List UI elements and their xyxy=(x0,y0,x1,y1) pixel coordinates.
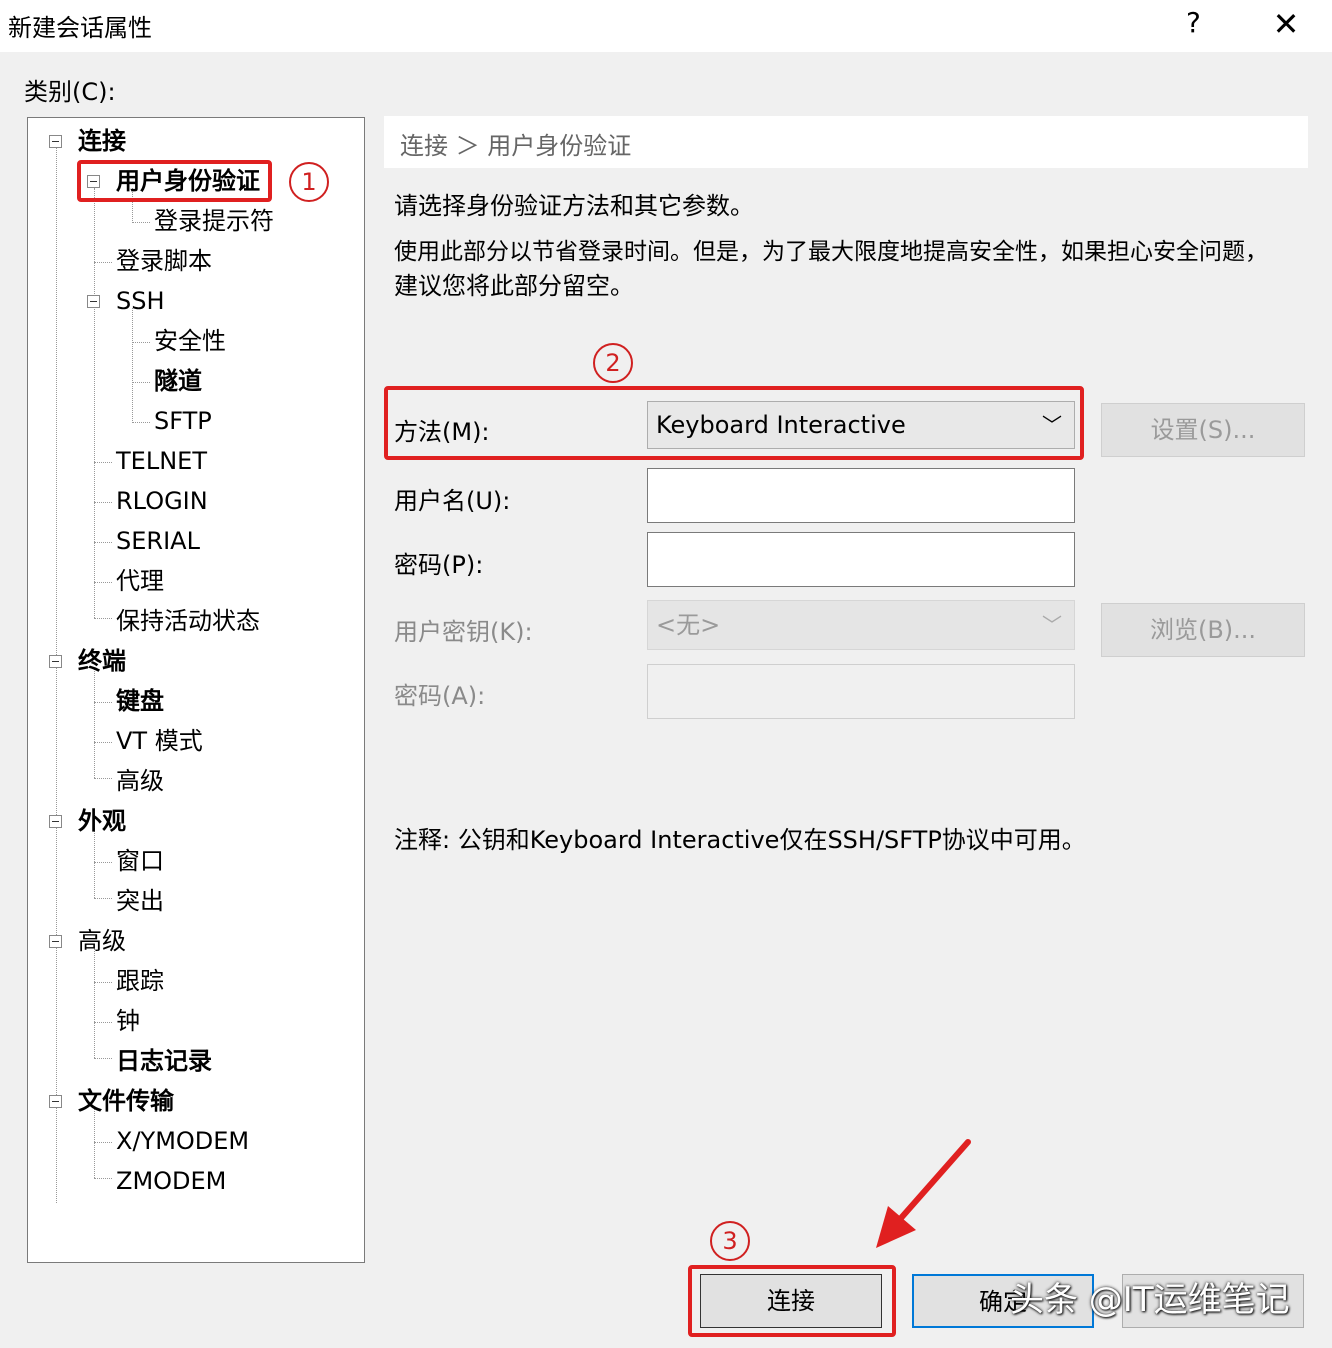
help-button[interactable]: ? xyxy=(1186,6,1201,39)
tree-item-keepalive[interactable]: 保持活动状态 xyxy=(116,606,260,636)
tree-guide-line xyxy=(94,668,95,778)
tree-guide-line xyxy=(94,1108,95,1178)
collapse-icon[interactable] xyxy=(49,935,62,948)
window-title: 新建会话属性 xyxy=(8,14,152,42)
tree-connector xyxy=(94,1142,112,1143)
tree-item-sftp[interactable]: SFTP xyxy=(154,406,212,436)
tree-connector xyxy=(94,262,112,263)
tree-guide-line xyxy=(94,948,95,1058)
tree-guide-line xyxy=(56,148,57,1203)
chevron-down-icon: ﹀ xyxy=(1042,613,1062,637)
userkey-value: <无> xyxy=(656,611,721,639)
tree-connector xyxy=(94,702,112,703)
tree-connector xyxy=(94,618,112,619)
watermark: 头条 @IT运维笔记 xyxy=(1010,1280,1290,1320)
breadcrumb: 连接 ＞ 用户身份验证 xyxy=(384,116,1308,168)
browse-button[interactable]: 浏览(B)... xyxy=(1101,603,1305,657)
userkey-label: 用户密钥(K): xyxy=(394,618,533,646)
tree-connector xyxy=(94,778,112,779)
tree-connector xyxy=(94,542,112,543)
password-input[interactable] xyxy=(647,532,1075,587)
tree-item-vt-mode[interactable]: VT 模式 xyxy=(116,726,203,756)
passphrase-label: 密码(A): xyxy=(394,682,486,710)
tree-guide-line xyxy=(132,308,133,423)
category-label: 类别(C): xyxy=(24,78,116,106)
userkey-select[interactable]: <无> ﹀ xyxy=(647,600,1075,650)
annotation-number-3: 3 xyxy=(710,1221,750,1261)
tree-item-ssh[interactable]: SSH xyxy=(116,286,165,316)
arrow-icon xyxy=(876,1139,971,1248)
category-tree[interactable]: 连接 用户身份验证 登录提示符 登录脚本 SSH 安全性 隧道 SFTP TEL… xyxy=(27,117,365,1263)
tree-item-file-transfer[interactable]: 文件传输 xyxy=(78,1086,174,1116)
tree-item-xymodem[interactable]: X/YMODEM xyxy=(116,1126,249,1156)
tree-connector xyxy=(132,222,150,223)
password-label: 密码(P): xyxy=(394,551,484,579)
tree-item-login-script[interactable]: 登录脚本 xyxy=(116,246,212,276)
tree-connector xyxy=(94,862,112,863)
settings-button[interactable]: 设置(S)... xyxy=(1101,403,1305,457)
tree-connector xyxy=(94,1058,112,1059)
tree-connector xyxy=(132,382,150,383)
collapse-icon[interactable] xyxy=(87,295,100,308)
tree-connector xyxy=(94,898,112,899)
annotation-number-2: 2 xyxy=(593,343,633,383)
tree-item-highlight[interactable]: 突出 xyxy=(116,886,164,916)
breadcrumb-text: 连接 ＞ 用户身份验证 xyxy=(400,132,632,160)
tree-item-logging[interactable]: 日志记录 xyxy=(116,1046,212,1076)
tree-item-tunnel[interactable]: 隧道 xyxy=(154,366,202,396)
tree-connector xyxy=(132,342,150,343)
tree-item-advanced[interactable]: 高级 xyxy=(78,926,126,956)
tree-item-serial[interactable]: SERIAL xyxy=(116,526,200,556)
tree-connector xyxy=(132,422,150,423)
tree-item-terminal-advanced[interactable]: 高级 xyxy=(116,766,164,796)
tree-item-bell[interactable]: 钟 xyxy=(116,1006,140,1036)
tree-item-security[interactable]: 安全性 xyxy=(154,326,226,356)
tree-guide-line xyxy=(94,188,95,618)
collapse-icon[interactable] xyxy=(49,815,62,828)
tree-item-appearance[interactable]: 外观 xyxy=(78,806,126,836)
annotation-box-auth xyxy=(77,160,272,202)
tree-connector xyxy=(94,582,112,583)
tree-item-zmodem[interactable]: ZMODEM xyxy=(116,1166,226,1196)
tree-item-window[interactable]: 窗口 xyxy=(116,846,164,876)
tree-connector xyxy=(94,982,112,983)
tree-connector xyxy=(94,462,112,463)
tree-connector xyxy=(94,1178,112,1179)
tree-item-keyboard[interactable]: 键盘 xyxy=(116,686,164,716)
tree-item-rlogin[interactable]: RLOGIN xyxy=(116,486,208,516)
tree-item-terminal[interactable]: 终端 xyxy=(78,646,126,676)
close-button[interactable]: ✕ xyxy=(1268,6,1304,42)
username-label: 用户名(U): xyxy=(394,487,511,515)
tree-item-telnet[interactable]: TELNET xyxy=(116,446,207,476)
username-input[interactable] xyxy=(647,468,1075,523)
tree-connector xyxy=(94,742,112,743)
passphrase-input[interactable] xyxy=(647,664,1075,719)
annotation-box-method xyxy=(384,386,1084,460)
tree-connector xyxy=(94,1022,112,1023)
tree-item-connection[interactable]: 连接 xyxy=(78,126,126,156)
title-bar: 新建会话属性 ? ✕ xyxy=(0,0,1332,52)
collapse-icon[interactable] xyxy=(49,1095,62,1108)
description-line-1: 请选择身份验证方法和其它参数。 xyxy=(394,192,754,220)
tree-connector xyxy=(94,502,112,503)
collapse-icon[interactable] xyxy=(49,135,62,148)
collapse-icon[interactable] xyxy=(49,655,62,668)
tree-item-proxy[interactable]: 代理 xyxy=(116,566,164,596)
annotation-box-connect xyxy=(688,1265,896,1337)
description-line-3: 建议您将此部分留空。 xyxy=(394,272,634,300)
tree-item-trace[interactable]: 跟踪 xyxy=(116,966,164,996)
tree-guide-line xyxy=(94,828,95,898)
annotation-number-1: 1 xyxy=(289,162,329,202)
tree-item-login-prompts[interactable]: 登录提示符 xyxy=(154,206,274,236)
description-line-2: 使用此部分以节省登录时间。但是，为了最大限度地提高安全性，如果担心安全问题， xyxy=(394,239,1268,265)
note-text: 注释: 公钥和Keyboard Interactive仅在SSH/SFTP协议中… xyxy=(394,826,1086,854)
